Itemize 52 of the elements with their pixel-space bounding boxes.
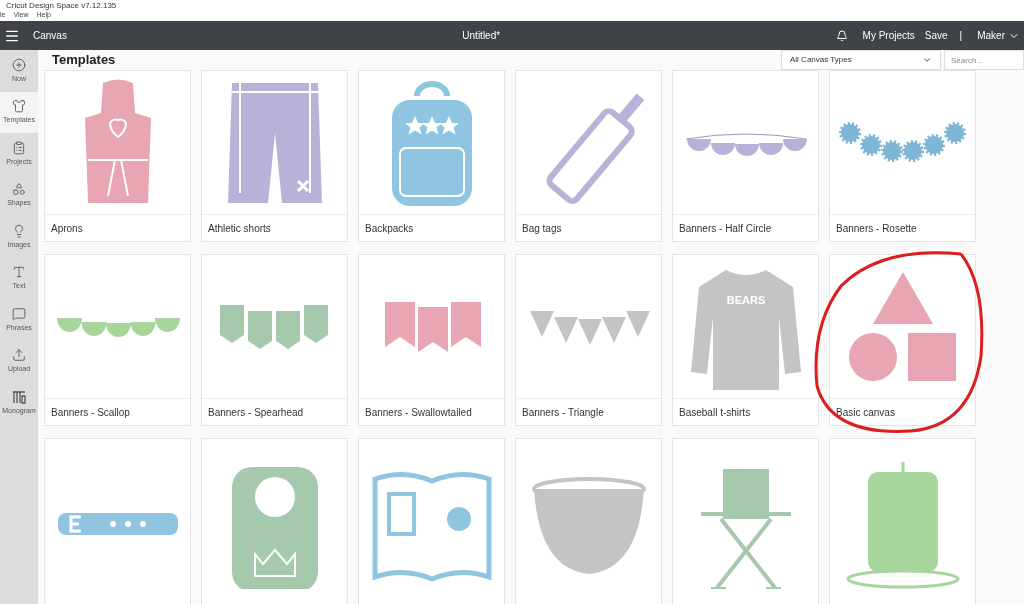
template-card[interactable]: Bag tags (515, 70, 662, 242)
template-label: Basic canvas (836, 405, 895, 420)
template-label: Baseball t-shirts (679, 405, 751, 420)
template-card[interactable]: BEARS Baseball t-shirts (672, 254, 819, 426)
template-card[interactable]: Banners - Spearhead (201, 254, 348, 426)
monogram-icon (12, 389, 26, 404)
shirt-icon (12, 99, 26, 113)
upload-icon (12, 348, 26, 362)
speech-bubble-icon (12, 306, 26, 321)
template-label: Banners - Half Circle (679, 221, 772, 236)
page-title: Templates (52, 51, 117, 70)
t-shirt-print: BEARS (726, 293, 765, 306)
document-title: Untitled* (461, 29, 502, 43)
save-link[interactable]: Save (924, 28, 948, 43)
template-card[interactable]: Banners - Triangle (515, 254, 662, 426)
template-card[interactable] (829, 438, 976, 604)
template-card[interactable]: Backpacks (358, 70, 505, 242)
template-card[interactable] (358, 438, 505, 604)
section-title: Canvas (33, 29, 67, 43)
template-label: Banners - Rosette (836, 221, 917, 236)
template-card[interactable] (201, 438, 348, 604)
template-card[interactable]: Banners - Swallowtailed (358, 254, 505, 426)
plus-circle-icon (12, 57, 26, 72)
template-label: Banners - Swallowtailed (365, 405, 472, 420)
lightbulb-icon (12, 223, 26, 238)
template-label: Aprons (51, 221, 83, 236)
template-card[interactable] (44, 438, 191, 604)
machine-dropdown[interactable]: Maker (977, 28, 1020, 43)
my-projects-link[interactable]: My Projects (862, 28, 915, 43)
template-label: Backpacks (365, 221, 414, 236)
template-card[interactable]: Banners - Half Circle (672, 70, 819, 242)
template-card[interactable] (672, 438, 819, 604)
template-card[interactable]: Banners - Scallop (44, 254, 191, 426)
template-card[interactable]: Aprons (44, 70, 191, 242)
template-label: Banners - Triangle (522, 405, 604, 420)
separator: | (959, 29, 963, 43)
bell-icon[interactable] (835, 29, 848, 42)
template-card[interactable]: Banners - Rosette (829, 70, 976, 242)
chevron-down-icon (922, 55, 932, 65)
template-label: Banners - Scallop (51, 405, 130, 420)
template-label: Banners - Spearhead (208, 405, 304, 420)
template-label: Athletic shorts (208, 221, 271, 236)
clipboard-icon (12, 140, 26, 155)
text-icon (12, 265, 26, 279)
canvas-type-dropdown[interactable]: All Canvas Types (781, 50, 941, 70)
window-title: Cricut Design Space v7.12.135 (6, 2, 117, 10)
template-label: Bag tags (522, 221, 562, 236)
template-card[interactable]: Athletic shorts (201, 70, 348, 242)
template-card[interactable] (515, 438, 662, 604)
shapes-icon (12, 182, 26, 196)
template-card[interactable]: Basic canvas (829, 254, 976, 426)
search-field[interactable]: Search... (944, 50, 1024, 70)
